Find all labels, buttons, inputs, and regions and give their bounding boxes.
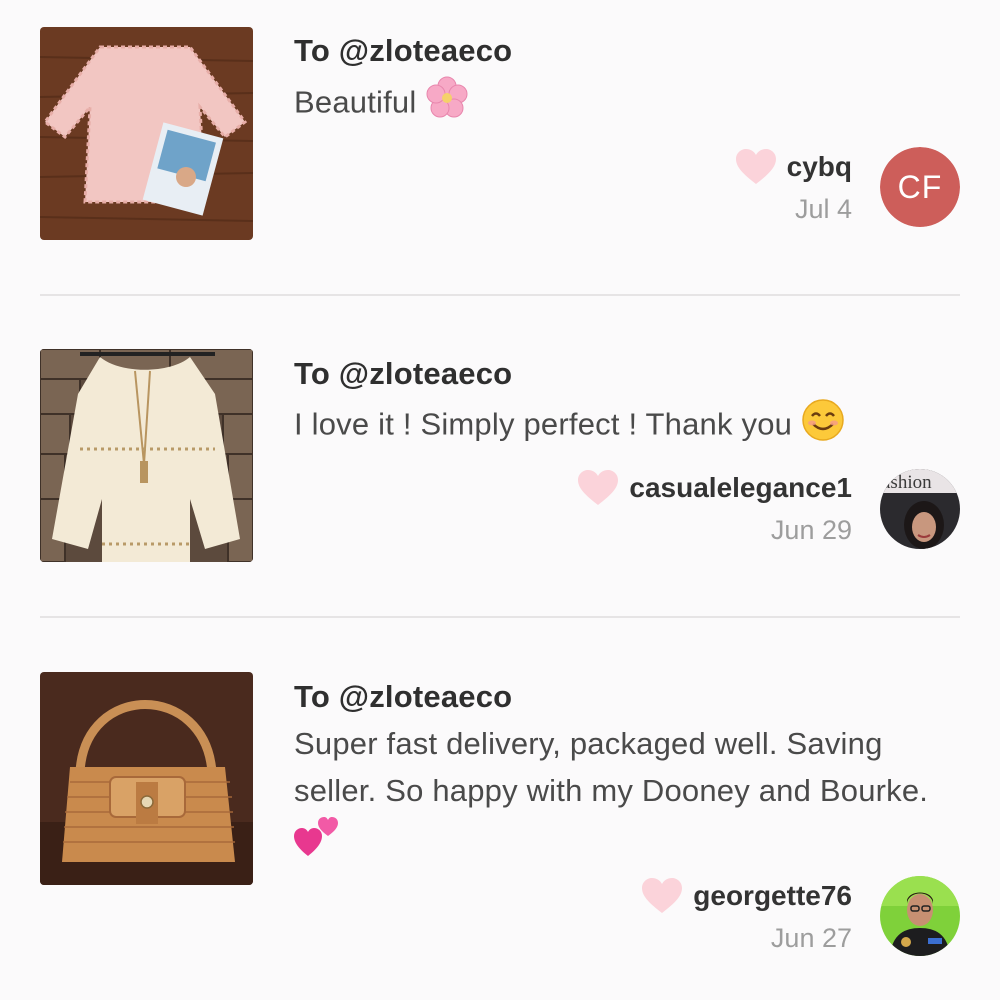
handbag-image [40,672,253,885]
review-recipient[interactable]: To @zloteaeco [294,356,512,392]
review-recipient[interactable]: To @zloteaeco [294,33,512,69]
avatar-photo: ashion [880,469,960,549]
review-message-line: I love it ! Simply perfect ! Thank you [294,398,954,455]
avatar[interactable] [880,876,960,956]
cream-top-image [40,349,253,562]
review-date: Jul 4 [794,194,852,224]
reviewer-username[interactable]: casualelegance1 [629,472,852,504]
avatar[interactable]: ashion [880,469,960,549]
heart-icon[interactable] [577,469,619,507]
review-message-line: Super fast delivery, packaged well. Savi… [294,720,954,871]
review-meta: cybq Jul 4 [735,148,852,225]
reviewer-username[interactable]: georgette76 [693,880,852,912]
item-thumbnail[interactable] [40,349,253,562]
avatar[interactable]: CF [880,147,960,227]
cherry-blossom-emoji [425,76,469,133]
review-date: Jun 27 [770,923,852,953]
review-meta: georgette76 Jun 27 [641,877,852,954]
review-recipient[interactable]: To @zloteaeco [294,679,512,715]
review-meta: casualelegance1 Jun 29 [577,469,852,546]
item-thumbnail[interactable] [40,672,253,885]
review-date: Jun 29 [770,515,852,545]
review-message: Beautiful [294,84,417,120]
item-thumbnail[interactable] [40,27,253,240]
two-hearts-emoji [294,814,340,871]
review-message: Super fast delivery, packaged well. Savi… [294,726,929,808]
review-message-line: Beautiful [294,76,954,133]
divider [40,294,960,296]
reviewer-username[interactable]: cybq [787,151,852,183]
divider [40,616,960,618]
heart-icon[interactable] [735,148,777,186]
lace-top-image [40,27,253,240]
review-message: I love it ! Simply perfect ! Thank you [294,406,793,442]
smiling-face-emoji [801,398,845,455]
avatar-photo [880,876,960,956]
avatar-magazine-text: ashion [882,472,932,493]
avatar-initials: CF [880,147,960,227]
heart-icon[interactable] [641,877,683,915]
